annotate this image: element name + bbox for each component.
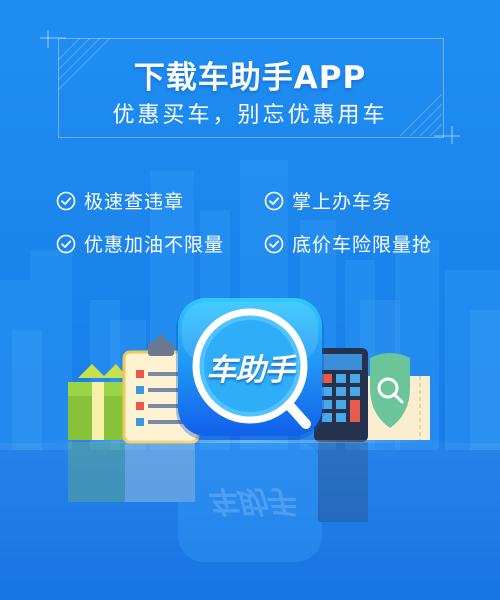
- check-circle-icon: [56, 191, 76, 210]
- app-illustration: [0, 298, 500, 600]
- feature-label: 掌上办车务: [292, 191, 393, 213]
- app-name-label: 车助手: [206, 353, 295, 388]
- headline: 下载车助手APP: [133, 60, 367, 96]
- check-circle-icon: [264, 234, 284, 253]
- gift-box-icon: [68, 364, 128, 440]
- feature-item: 掌上办车务: [264, 187, 392, 214]
- feature-label: 极速查违章: [84, 191, 185, 213]
- subheadline: 优惠买车，别忘优惠用车: [112, 103, 388, 128]
- shelf-glow: [40, 440, 460, 443]
- feature-item: 底价车险限量抢: [264, 230, 432, 257]
- feature-item: 优惠加油不限量: [56, 230, 224, 257]
- app-name-reflection: 车助手: [206, 483, 294, 518]
- check-circle-icon: [56, 234, 76, 253]
- feature-label: 底价车险限量抢: [292, 234, 433, 256]
- app-download-banner: 下载车助手APP 优惠买车，别忘优惠用车 极速查违章 掌上办车务 优惠加油不限量…: [0, 0, 500, 600]
- feature-label: 优惠加油不限量: [84, 234, 225, 256]
- check-circle-icon: [264, 191, 284, 210]
- feature-item: 极速查违章: [56, 187, 184, 214]
